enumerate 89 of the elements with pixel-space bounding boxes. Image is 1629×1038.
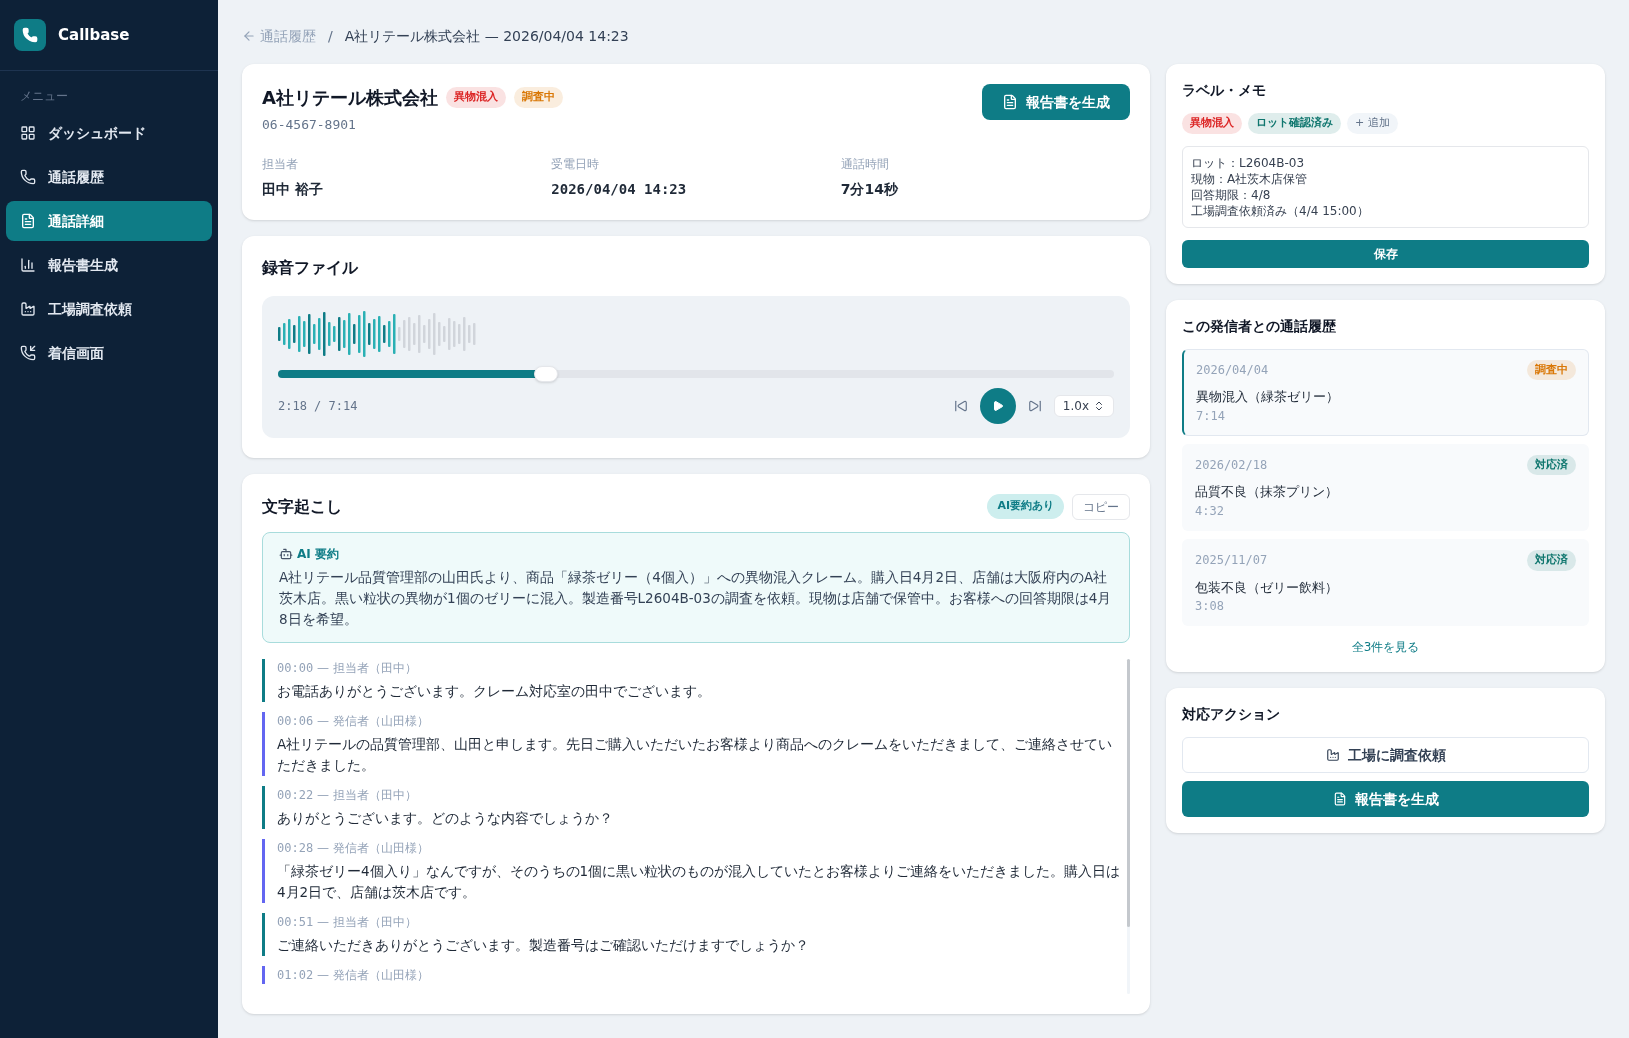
memo-line: 回答期限：4/8 <box>1191 186 1272 203</box>
history-duration: 7:14 <box>1196 407 1226 425</box>
copy-button[interactable]: コピー <box>1072 493 1130 520</box>
section-title: 対応アクション <box>1182 705 1281 725</box>
history-item[interactable]: 2025/11/07 対応済 包装不良（ゼリー飲料） 3:08 <box>1182 539 1589 627</box>
memo-line: 現物：A社茨木店保管 <box>1191 170 1309 187</box>
breadcrumb-current: A社リテール株式会社 — 2026/04/04 14:23 <box>344 26 629 46</box>
field-value: 2026/04/04 14:23 <box>551 179 688 199</box>
scrollbar[interactable] <box>1127 658 1130 994</box>
save-button[interactable]: 保存 <box>1182 239 1589 268</box>
document-icon <box>1332 792 1347 807</box>
entry-meta: 00:28 — 発信者（山田様） <box>277 839 430 857</box>
status-tag: 対応済 <box>1527 454 1576 476</box>
history-date: 2026/04/04 <box>1196 361 1269 379</box>
entry-text: お電話ありがとうございます。クレーム対応室の田中でございます。 <box>277 681 712 701</box>
document-icon <box>20 213 36 229</box>
add-tag-button[interactable]: + 追加 <box>1347 113 1398 134</box>
entry-meta: 00:06 — 発信者（山田様） <box>277 712 430 730</box>
entry-text: 「緑茶ゼリー4個入り」なんですが、そのうちの1個に黒い粒状のものが混入していたとお客様よりご連絡をいただきました。購入日は4月2日で、店舗は茨木店です。 <box>277 861 1122 902</box>
section-title: 文字起こし <box>262 495 342 518</box>
breadcrumb-separator: / <box>328 26 333 46</box>
action-button[interactable]: 工場に調査依頼 <box>1182 737 1589 774</box>
field-label: 受電日時 <box>551 155 601 173</box>
memo-line: ロット：L2604B-03 <box>1191 154 1306 171</box>
grid-icon <box>20 125 36 141</box>
company-name: A社リテール株式会社 <box>262 86 438 110</box>
entry-text: ご連絡いただきありがとうございます。製造番号はご確認いただけますでしょうか？ <box>277 935 810 955</box>
playback-time: 2:18 / 7:14 <box>278 397 358 415</box>
back-arrow-icon <box>242 29 256 43</box>
label-tag: 異物混入 <box>1182 113 1242 134</box>
app-logo <box>14 19 46 51</box>
document-icon <box>1002 94 1018 110</box>
history-title: 品質不良（抹茶プリン） <box>1195 483 1339 502</box>
view-all-link[interactable]: 全3件を見る <box>1351 638 1420 657</box>
entry-meta: 00:00 — 担当者（田中） <box>277 659 418 677</box>
status-tag: 異物混入 <box>445 87 506 108</box>
summary-title: AI 要約 <box>297 545 339 563</box>
entry-meta: 00:51 — 担当者（田中） <box>277 913 418 931</box>
app-name: Callbase <box>58 24 130 46</box>
menu-heading: メニュー <box>19 88 69 105</box>
field-value: 7分14秒 <box>840 179 899 199</box>
section-title: この発信者との通話履歴 <box>1182 316 1337 336</box>
summary-text: A社リテール品質管理部の山田氏より、商品「緑茶ゼリー（4個入）」への異物混入クレーム。購入日4月2日、店舗は大阪府内のA社茨木店。黒い粒状の異物が1個のゼリーに混入。製造番号L2604B-03の調査を依頼。現物は店舗で保管中。お客様への回答期限は4月8日を希望。 <box>279 567 1113 629</box>
field-label: 通話時間 <box>840 155 890 173</box>
history-title: 包装不良（ゼリー飲料） <box>1195 578 1339 597</box>
entry-text: ありがとうございます。どのような内容でしょうか？ <box>277 808 614 828</box>
label-tag: ロット確認済み <box>1248 113 1341 134</box>
play-icon <box>991 399 1004 412</box>
memo-field[interactable]: ロット：L2604B-03 現物：A社茨木店保管 回答期限：4/8 工場調査依頼済み（4/4 15:00） <box>1182 145 1589 228</box>
nav-item[interactable]: 通話詳細 <box>6 201 212 241</box>
entry-meta: 01:02 — 発信者（山田様） <box>277 966 430 984</box>
history-duration: 3:08 <box>1195 598 1225 616</box>
skip-forward-icon[interactable] <box>1027 398 1042 413</box>
nav-item[interactable]: 通話履歴 <box>6 157 212 197</box>
status-tag: 対応済 <box>1527 550 1576 571</box>
bar-chart-icon <box>20 257 36 273</box>
robot-icon <box>279 546 293 561</box>
history-date: 2025/11/07 <box>1195 552 1268 570</box>
action-button[interactable]: 報告書を生成 <box>1182 781 1589 818</box>
field-label: 担当者 <box>262 155 299 173</box>
generate-report-button[interactable]: 報告書を生成 <box>982 84 1130 120</box>
phone-number: 06-4567-8901 <box>262 116 357 134</box>
status-tag: 調査中 <box>1527 359 1576 380</box>
status-tag: 調査中 <box>513 87 563 108</box>
incoming-call-icon <box>20 345 36 361</box>
play-button[interactable] <box>979 387 1016 424</box>
factory-icon <box>20 301 36 317</box>
nav-item[interactable]: 報告書生成 <box>6 245 212 285</box>
speed-select[interactable]: 1.0x <box>1053 394 1114 417</box>
nav-item[interactable]: ダッシュボード <box>6 113 212 153</box>
memo-line: 工場調査依頼済み（4/4 15:00） <box>1191 202 1370 219</box>
chevron-icon <box>1093 399 1105 412</box>
history-title: 異物混入（緑茶ゼリー） <box>1196 388 1340 406</box>
nav-item[interactable]: 着信画面 <box>6 333 212 373</box>
field-value: 田中 裕子 <box>262 179 324 199</box>
entry-meta: 00:22 — 担当者（田中） <box>277 786 418 804</box>
history-date: 2026/02/18 <box>1195 457 1268 474</box>
nav-item[interactable]: 工場調査依頼 <box>6 289 212 329</box>
skip-back-icon[interactable] <box>953 398 968 413</box>
progress-thumb[interactable] <box>533 365 558 382</box>
section-title: 録音ファイル <box>262 256 359 279</box>
phone-icon <box>20 169 36 185</box>
history-item[interactable]: 2026/02/18 対応済 品質不良（抹茶プリン） 4:32 <box>1182 443 1589 531</box>
history-item[interactable]: 2026/04/04 調査中 異物混入（緑茶ゼリー） 7:14 <box>1182 348 1589 436</box>
ai-summary-tag: AI要約あり <box>987 494 1064 519</box>
history-duration: 4:32 <box>1195 503 1225 520</box>
factory-icon <box>1325 748 1340 763</box>
section-title: ラベル・メモ <box>1182 81 1267 100</box>
entry-text: A社リテールの品質管理部、山田と申します。先日ご購入いただいたお客様より商品へのクレームをいただきまして、ご連絡させていただきました。 <box>277 734 1114 775</box>
